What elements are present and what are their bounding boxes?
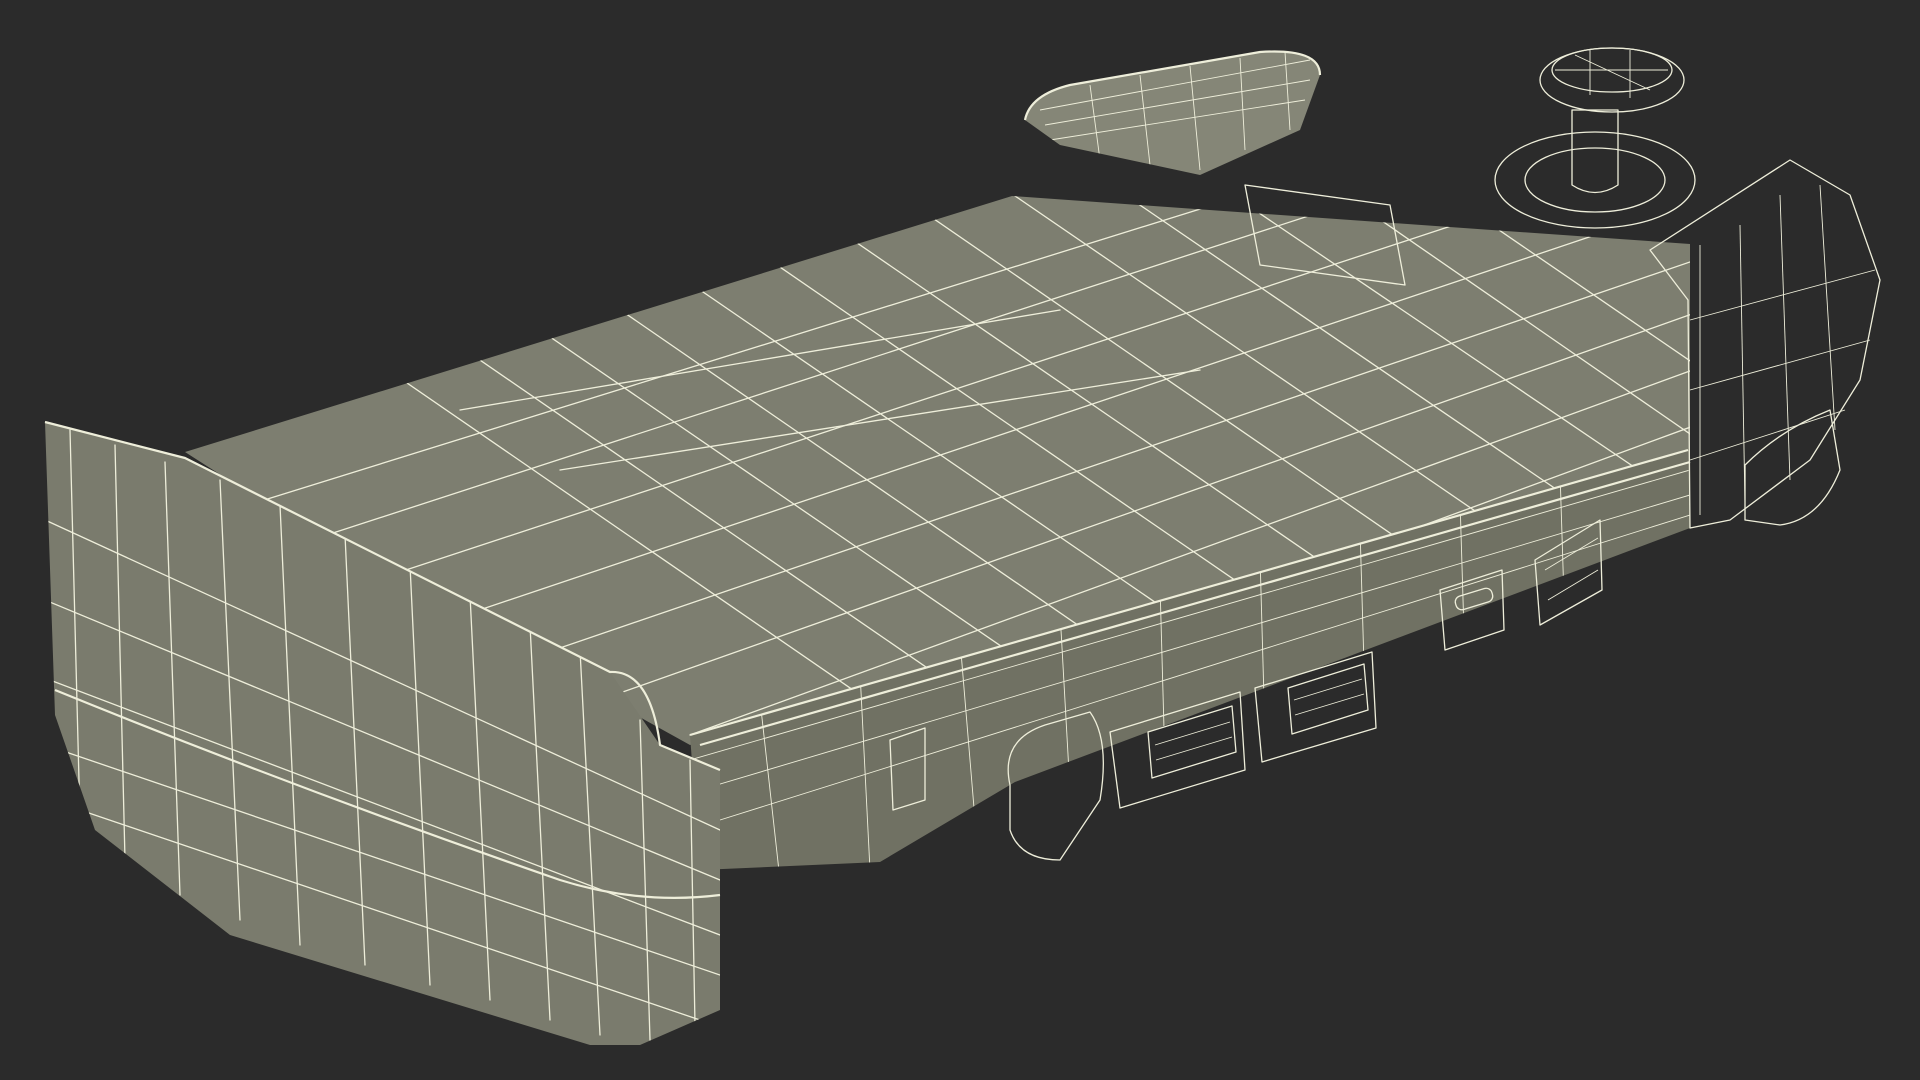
wireframe-render-viewport	[0, 0, 1920, 1080]
